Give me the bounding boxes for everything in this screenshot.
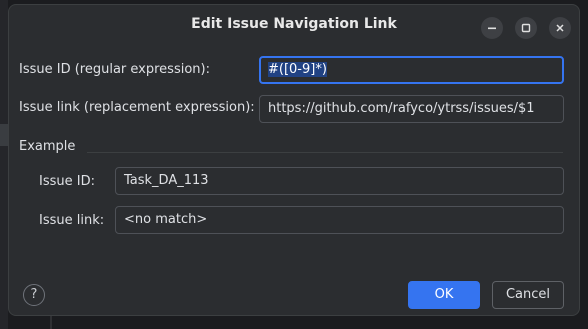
help-icon: ?	[30, 287, 38, 302]
close-icon	[556, 24, 564, 32]
example-issue-id-input[interactable]: Task_DA_113	[115, 167, 564, 195]
close-button[interactable]	[549, 17, 571, 39]
issue-id-regex-input[interactable]: #([0-9]*)	[259, 56, 564, 84]
issue-id-regex-selected-text: #([0-9]*)	[268, 62, 327, 77]
cancel-button[interactable]: Cancel	[492, 281, 564, 309]
minimize-button[interactable]	[481, 17, 503, 39]
example-issue-link-output: <no match>	[115, 206, 564, 234]
title-bar[interactable]: Edit Issue Navigation Link	[9, 5, 579, 45]
example-section-divider	[87, 152, 563, 153]
maximize-button[interactable]	[515, 17, 537, 39]
help-button[interactable]: ?	[23, 284, 45, 306]
edit-issue-navigation-link-dialog: Edit Issue Navigation Link Issue ID (reg…	[8, 4, 580, 316]
background-selection-marker	[0, 124, 8, 146]
issue-id-label: Issue ID (regular expression):	[19, 62, 210, 77]
issue-link-label: Issue link (replacement expression):	[19, 100, 255, 115]
minimize-icon	[488, 27, 496, 30]
background-panel	[0, 0, 8, 329]
maximize-icon	[521, 23, 531, 33]
ok-button[interactable]: OK	[408, 281, 480, 309]
example-issue-link-label: Issue link:	[39, 213, 105, 228]
example-issue-id-label: Issue ID:	[39, 174, 95, 189]
issue-link-replacement-input[interactable]: https://github.com/rafyco/ytrss/issues/$…	[259, 95, 564, 123]
example-section-label: Example	[19, 139, 76, 154]
background-divider	[50, 315, 52, 329]
